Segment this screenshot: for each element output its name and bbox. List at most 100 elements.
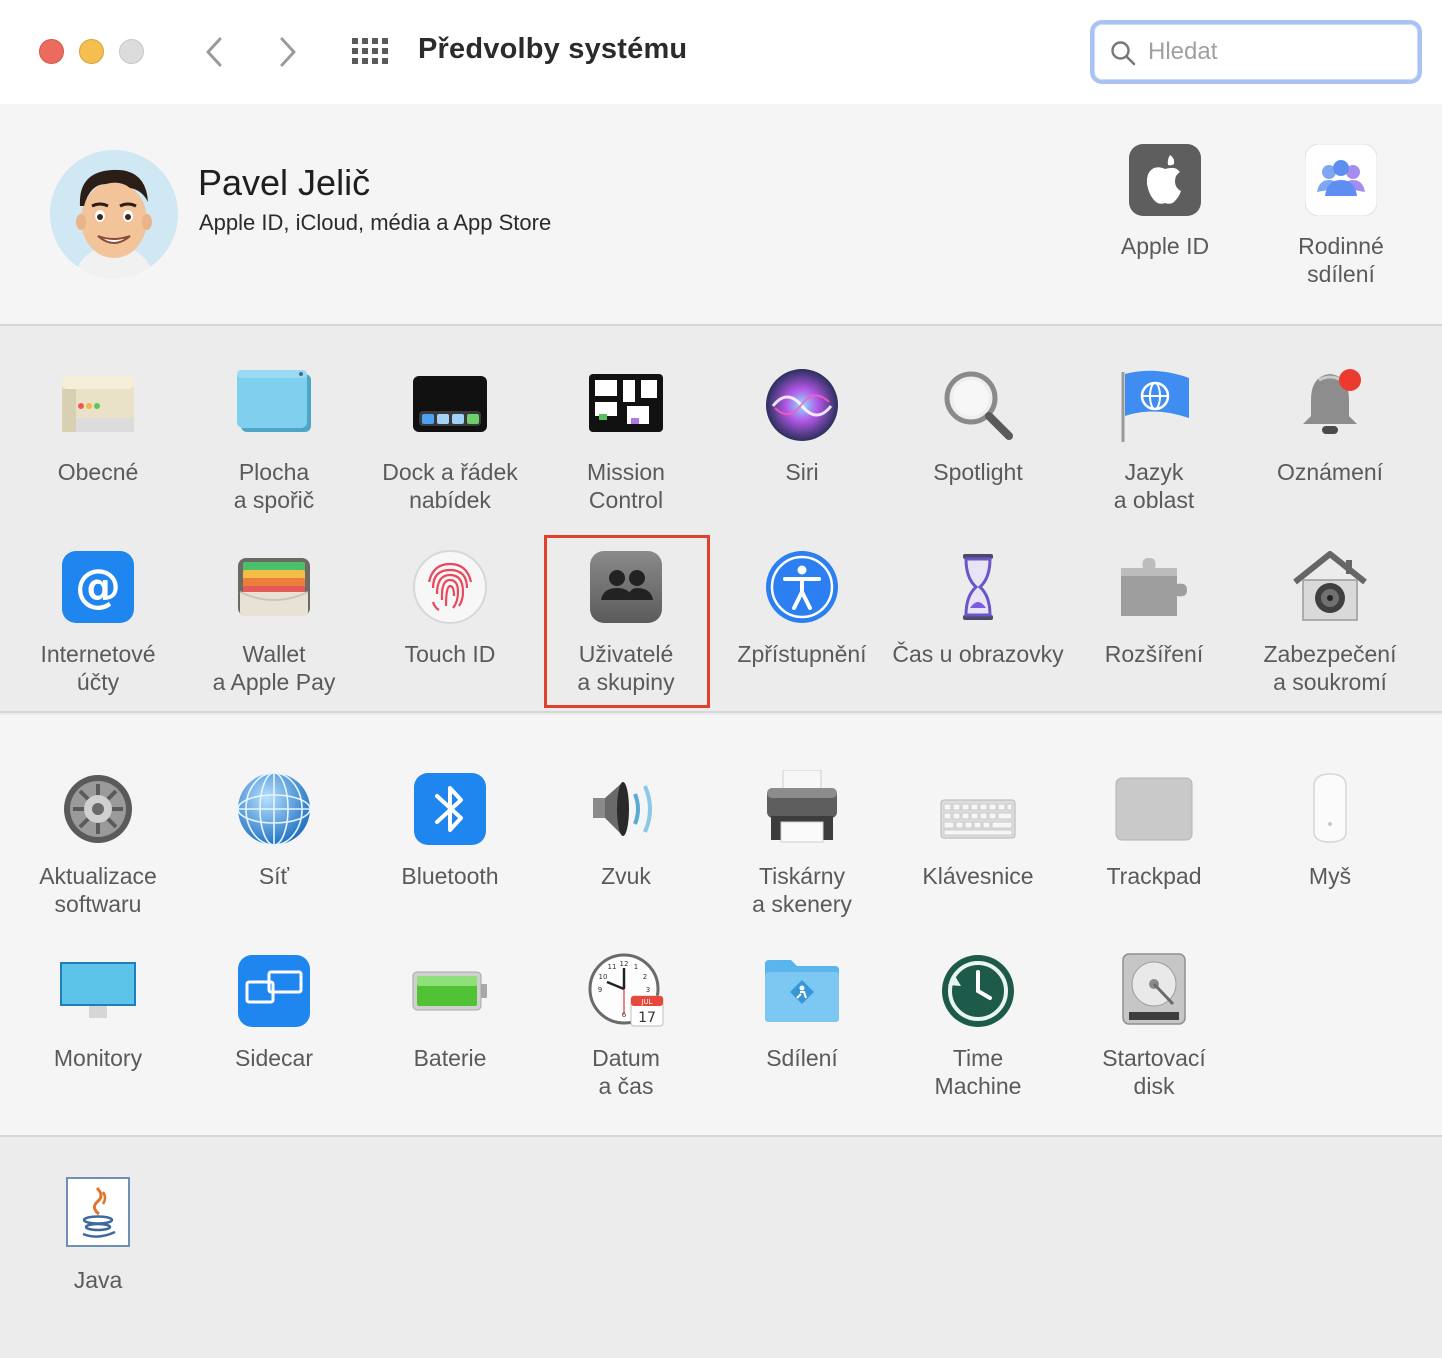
memoji-avatar-icon [50,150,178,278]
chevron-left-icon [206,37,222,67]
pane-touch-id[interactable]: Touch ID [362,548,538,668]
pane-label: Bluetooth [401,863,499,889]
pane-battery[interactable]: Baterie [362,952,538,1072]
bluetooth-icon [414,773,486,845]
pane-extensions[interactable]: Rozšíření [1066,548,1242,668]
pane-sharing[interactable]: Sdílení [714,952,890,1072]
calendar-day: 17 [638,1010,656,1026]
pane-software-update[interactable]: Aktualizace softwaru [10,770,186,918]
pane-printers-scanners[interactable]: Tiskárny a skenery [714,770,890,918]
pane-accessibility[interactable]: Zpřístupnění [714,548,890,668]
pane-label: Oznámení [1276,459,1384,485]
pane-label: Klávesnice [922,863,1034,889]
svg-text:1: 1 [634,963,638,971]
pane-security-privacy[interactable]: Zabezpečení a soukromí [1242,548,1418,696]
notifications-icon [1303,369,1361,434]
displays-icon [60,962,136,1018]
account-name[interactable]: Pavel Jelič [198,162,370,204]
chevron-right-icon [280,37,296,67]
account-subtitle[interactable]: Apple ID, iCloud, média a App Store [199,210,551,236]
pane-label: Zpřístupnění [737,641,867,667]
pane-network[interactable]: Síť [186,770,362,890]
pane-displays[interactable]: Monitory [10,952,186,1072]
pane-label: Datum a čas [592,1045,660,1099]
pane-time-machine[interactable]: Time Machine [890,952,1066,1100]
spotlight-icon [944,371,1013,440]
pane-date-time[interactable]: 12 3 6 9 1 11 10 2 JUL 17 Datum a čas [538,952,714,1100]
pane-sidecar[interactable]: Sidecar [186,952,362,1072]
printers-scanners-icon [767,770,837,843]
pane-label: Síť [258,863,290,889]
show-all-grid-button[interactable] [352,38,389,65]
sidecar-icon [238,955,310,1027]
pane-label: Mission Control [587,459,665,513]
accessibility-icon [766,551,838,623]
pane-general[interactable]: Obecné [10,366,186,486]
pane-label: Rozšíření [1104,641,1204,667]
language-region-icon [1121,370,1189,442]
pane-family-sharing[interactable]: Rodinné sdílení [1251,143,1431,288]
pane-wallet[interactable]: Wallet a Apple Pay [186,548,362,696]
pane-label: Sidecar [235,1045,313,1071]
search-field[interactable] [1090,20,1422,84]
internet-accounts-icon: @ [62,551,134,623]
pane-bluetooth[interactable]: Bluetooth [362,770,538,890]
pane-apple-id[interactable]: Apple ID [1075,144,1255,260]
pane-internet-accounts[interactable]: @ Internetové účty [10,548,186,696]
pane-spotlight[interactable]: Spotlight [890,366,1066,486]
extensions-icon [1121,558,1187,616]
network-icon [237,772,311,846]
minimize-button[interactable] [79,39,104,64]
pane-label: Čas u obrazovky [892,641,1064,667]
pane-dock[interactable]: Dock a řádek nabídek [362,366,538,514]
pane-language-region[interactable]: Jazyk a oblast [1066,366,1242,514]
pane-startup-disk[interactable]: Startovací disk [1066,952,1242,1100]
close-button[interactable] [39,39,64,64]
svg-text:2: 2 [643,973,647,981]
pane-label: Wallet a Apple Pay [212,641,336,695]
pane-screen-time[interactable]: Čas u obrazovky [890,548,1066,668]
pane-notifications[interactable]: Oznámení [1242,366,1418,486]
pane-label: Time Machine [934,1045,1022,1099]
avatar[interactable] [50,150,178,278]
pane-label: Rodinné sdílení [1298,233,1384,287]
pane-desktop-screensaver[interactable]: Plocha a spořič [186,366,362,514]
pane-keyboard[interactable]: Klávesnice [890,770,1066,890]
svg-text:10: 10 [599,973,608,981]
pane-label: Java [73,1267,123,1293]
pane-sound[interactable]: Zvuk [538,770,714,890]
back-button[interactable] [199,32,229,72]
pane-label: Zabezpečení a soukromí [1263,641,1397,695]
pane-mouse[interactable]: Myš [1242,770,1418,890]
pane-label: Zvuk [601,863,651,889]
battery-icon [412,971,487,1011]
sound-icon [593,782,652,836]
pane-mission-control[interactable]: Mission Control [538,366,714,514]
pane-label: Dock a řádek nabídek [382,459,518,513]
zoom-button[interactable] [119,39,144,64]
pane-siri[interactable]: Siri [714,366,890,486]
search-input[interactable] [1148,35,1398,69]
pane-label: Plocha a spořič [233,459,315,513]
java-icon [66,1177,130,1247]
svg-text:9: 9 [598,986,602,994]
family-sharing-icon [1304,143,1378,217]
mission-control-icon [589,374,663,432]
screen-time-icon [963,554,993,620]
pane-java[interactable]: Java [10,1174,186,1294]
trackpad-icon [1115,777,1193,841]
pane-label: Obecné [57,459,139,485]
forward-button[interactable] [273,32,303,72]
account-section: Pavel Jelič Apple ID, iCloud, média a Ap… [0,104,1442,326]
window-title: Předvolby systému [418,33,688,65]
startup-disk-icon [1122,953,1186,1025]
mouse-icon [1313,773,1347,843]
pane-trackpad[interactable]: Trackpad [1066,770,1242,890]
software-update-icon [64,775,132,843]
pane-label: Internetové účty [40,641,156,695]
pane-label: Tiskárny a skenery [752,863,852,917]
svg-text:12: 12 [620,960,629,968]
highlight-frame [544,535,710,708]
svg-text:@: @ [75,559,121,613]
keyboard-icon [940,799,1016,839]
